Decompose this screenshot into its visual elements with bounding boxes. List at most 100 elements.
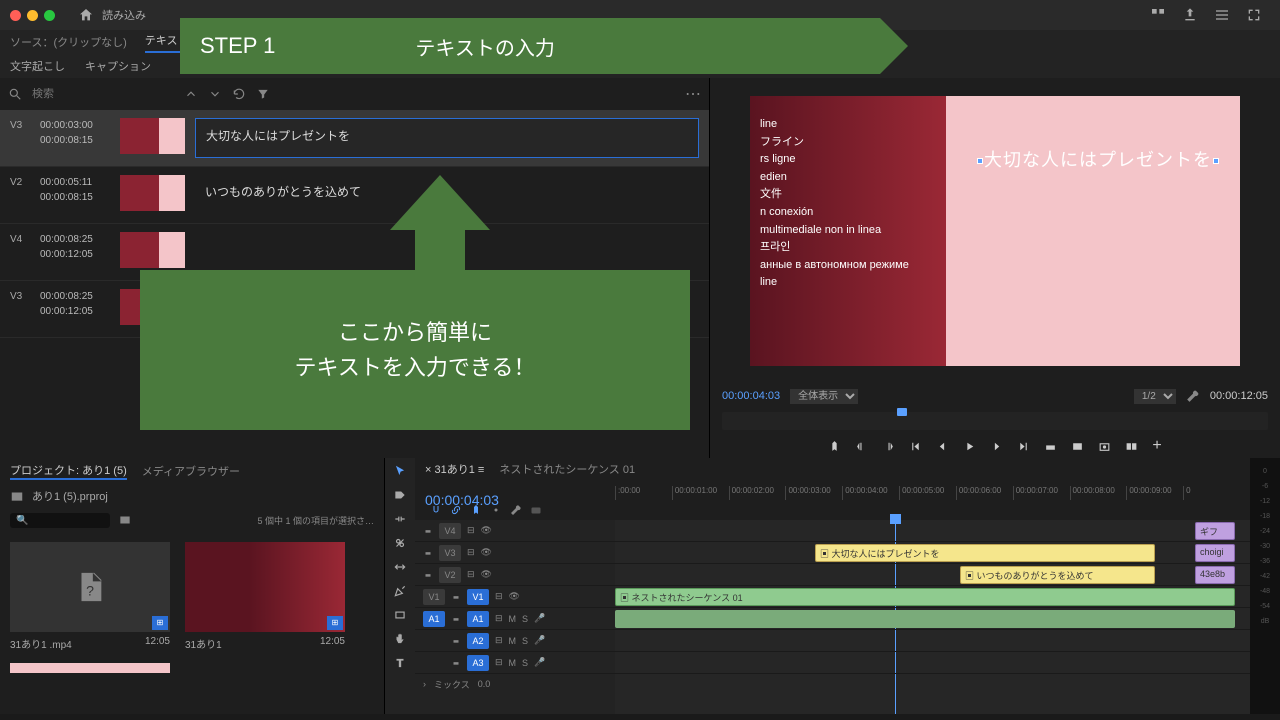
row-thumbnail (120, 175, 185, 211)
timeline-tab2[interactable]: ネストされたシーケンス 01 (499, 461, 635, 477)
wrench-icon[interactable] (1186, 389, 1200, 403)
more-icon[interactable]: ⋯ (685, 84, 701, 104)
razor-tool-icon[interactable] (393, 536, 407, 550)
fullscreen-icon[interactable] (1246, 7, 1262, 23)
subtab-transcript[interactable]: 文字起こし (10, 58, 65, 74)
clip-text[interactable]: ▣ 大切な人にはプレゼントを (815, 544, 1155, 562)
track-label: V3 (10, 118, 30, 133)
export-frame-icon[interactable] (1098, 440, 1111, 453)
tab-mediabrowser[interactable]: メディアブラウザー (142, 463, 240, 479)
out-point-icon[interactable] (882, 440, 895, 453)
monitor-content: lineフラインrs ligneedien文件n conexiónmultime… (750, 96, 946, 366)
cc-icon[interactable] (530, 504, 542, 516)
chevron-down-icon[interactable] (208, 87, 222, 101)
track-header-a2[interactable]: A2⊟MS🎤 (415, 630, 615, 652)
text-search-row: ⋯ (0, 78, 709, 110)
track-header-a3[interactable]: A3⊟MS🎤 (415, 652, 615, 674)
timeline-tracks[interactable]: ギフ ▣ 大切な人にはプレゼントを choigi ▣ いつものありがとうを込めて… (615, 520, 1250, 714)
track-header-v1[interactable]: V1V1⊟👁 (415, 586, 615, 608)
fit-select[interactable]: 全体表示 (790, 389, 858, 404)
rect-tool-icon[interactable] (393, 608, 407, 622)
text-overlay-selected[interactable]: 大切な人にはプレゼントを (976, 146, 1220, 172)
text-input-box[interactable]: 大切な人にはプレゼントを (195, 118, 699, 158)
monitor-scrubber[interactable] (722, 412, 1268, 430)
goto-in-icon[interactable] (909, 440, 922, 453)
clip-fx[interactable]: 43e8b (1195, 566, 1235, 584)
in-point-icon[interactable] (855, 440, 868, 453)
svg-text:?: ? (86, 584, 94, 600)
extract-icon[interactable] (1071, 440, 1084, 453)
hd-badge: ⊞ (152, 616, 168, 630)
track-select-icon[interactable] (393, 488, 407, 502)
project-search[interactable] (10, 513, 110, 528)
hand-tool-icon[interactable] (393, 632, 407, 646)
monitor-screen[interactable]: lineフラインrs ligneedien文件n conexiónmultime… (750, 96, 1240, 366)
step-fwd-icon[interactable] (990, 440, 1003, 453)
link-icon[interactable] (450, 504, 462, 516)
track-header-a1[interactable]: A1A1⊟MS🎤 (415, 608, 615, 630)
share-icon[interactable] (1182, 7, 1198, 23)
row-thumbnail (120, 232, 185, 268)
project-item[interactable]: ⊞ 31あり112:05 (185, 542, 345, 704)
row-thumbnail (120, 118, 185, 154)
text-row[interactable]: V2 00:00:05:1100:00:08:15 いつものありがとうを込めて (0, 167, 709, 224)
bin-icon[interactable] (10, 489, 24, 503)
monitor-controls: 00:00:04:03 全体表示 1/2 00:00:12:05 (710, 384, 1280, 408)
ripple-tool-icon[interactable] (393, 512, 407, 526)
goto-out-icon[interactable] (1017, 440, 1030, 453)
timeline-tab1[interactable]: × 31あり1 ≡ (425, 461, 484, 477)
clip-audio[interactable] (615, 610, 1235, 628)
window-controls[interactable] (10, 10, 55, 21)
pen-tool-icon[interactable] (393, 584, 407, 598)
minimize-window[interactable] (27, 10, 38, 21)
workspace-icon[interactable] (1150, 7, 1166, 23)
subtab-caption[interactable]: キャプション (85, 58, 151, 74)
filter-icon[interactable] (256, 87, 270, 101)
track-header-v3[interactable]: V3⊟👁 (415, 542, 615, 564)
snap-icon[interactable] (430, 504, 442, 516)
new-bin-icon[interactable] (118, 513, 132, 527)
mix-row[interactable]: › ミックス0.0 (415, 674, 615, 694)
compare-icon[interactable] (1125, 440, 1138, 453)
step-back-icon[interactable] (936, 440, 949, 453)
row-timecode: 00:00:03:0000:00:08:15 (40, 118, 110, 148)
audio-meters: 0-6-12-18-24-30-36-42-48-54dB (1250, 458, 1280, 714)
project-item[interactable]: ? ⊞ 31あり1 .mp412:05 (10, 542, 170, 704)
tab-source[interactable]: ソース：(クリップなし) (10, 34, 127, 50)
refresh-icon[interactable] (232, 87, 246, 101)
clip-text[interactable]: ▣ いつものありがとうを込めて (960, 566, 1155, 584)
search-input[interactable] (32, 88, 174, 100)
clip-fx[interactable]: choigi (1195, 544, 1235, 562)
search-icon[interactable] (8, 87, 22, 101)
marker2-icon[interactable] (470, 504, 482, 516)
clip-fx[interactable]: ギフ (1195, 522, 1235, 540)
timeline-ruler[interactable]: :00:0000:00:01:0000:00:02:0000:00:03:000… (615, 486, 1240, 500)
chevron-up-icon[interactable] (184, 87, 198, 101)
timeline-tools (385, 458, 415, 714)
wrench2-icon[interactable] (510, 504, 522, 516)
annotation-arrow-box: ここから簡単に テキストを入力できる！ (140, 270, 690, 430)
maximize-window[interactable] (44, 10, 55, 21)
lift-icon[interactable] (1044, 440, 1057, 453)
add-button[interactable]: + (1152, 437, 1161, 455)
selection-tool-icon[interactable] (393, 464, 407, 478)
play-icon[interactable] (963, 440, 976, 453)
tab-project[interactable]: プロジェクト: あり1 (5) (10, 462, 127, 480)
settings-icon[interactable] (1214, 7, 1230, 23)
type-tool-icon[interactable] (393, 656, 407, 670)
track-header-v2[interactable]: V2⊟👁 (415, 564, 615, 586)
marker-icon[interactable] (828, 440, 841, 453)
settings2-icon[interactable] (490, 504, 502, 516)
slip-tool-icon[interactable] (393, 560, 407, 574)
track-header-v4[interactable]: V4⊟👁 (415, 520, 615, 542)
item-thumbnail: ⊞ (185, 542, 345, 632)
scale-select[interactable]: 1/2 (1134, 389, 1176, 404)
close-window[interactable] (10, 10, 21, 21)
monitor-duration: 00:00:12:05 (1210, 390, 1268, 402)
annotation-step-banner: STEP 1 テキストの入力 (180, 18, 880, 74)
menu-import[interactable]: 読み込み (102, 7, 146, 23)
text-row[interactable]: V3 00:00:03:0000:00:08:15 大切な人にはプレゼントを (0, 110, 709, 167)
clip-video[interactable]: ▣ ネストされたシーケンス 01 (615, 588, 1235, 606)
monitor-timecode[interactable]: 00:00:04:03 (722, 390, 780, 402)
home-icon[interactable] (78, 7, 94, 23)
